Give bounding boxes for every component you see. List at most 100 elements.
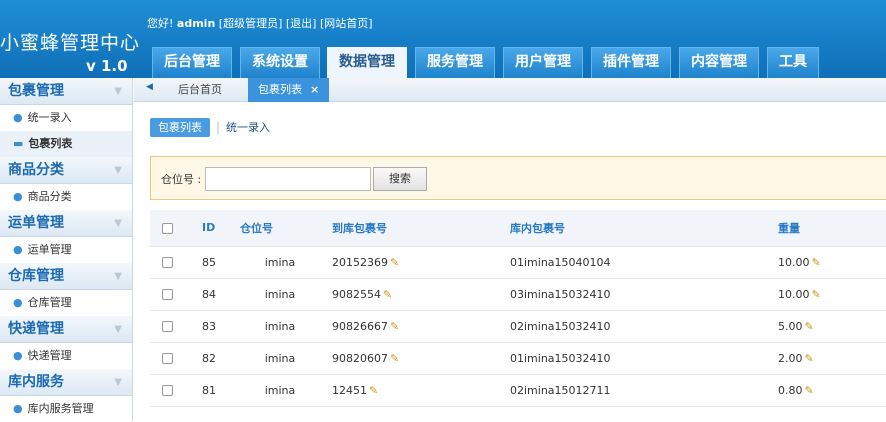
tab-scroll-left-icon[interactable]: ◀ [146,82,153,92]
row-checkbox[interactable] [161,385,173,396]
sidebar-item-category[interactable]: ● 商品分类 [0,184,132,210]
col-inner-header: 库内包裹号 [510,210,772,247]
cell-position: imina [240,310,320,343]
sidebar-item-label: 商品分类 [27,190,72,203]
cell-position: imina [240,278,320,311]
table-header-row: ID 仓位号 到库包裹号 库内包裹号 重量 [150,210,886,247]
table-row: 85 imina 20152369 ✎ 01imina15040104 10.00… [150,246,886,279]
col-id-header[interactable]: ID [184,210,240,247]
edit-pencil-icon[interactable]: ✎ [812,288,821,301]
cell-arrival: 12451 ✎ [320,374,510,407]
sidebar-item-waybill[interactable]: ● 运单管理 [0,237,132,263]
sidebar: 包裹管理 ▼ ● 统一录入 ▬ 包裹列表 商品分类 ▼ ● 商品分类 运单管理 ▼ ● 运单管… [0,78,133,422]
chevron-down-icon: ▼ [114,86,122,97]
cell-arrival: 9082554 ✎ [320,278,510,311]
tab-package-list[interactable]: 包裹列表 × [248,78,330,102]
sidebar-item-label: 仓库管理 [27,296,72,309]
sidebar-item-express[interactable]: ● 快递管理 [0,343,132,369]
row-checkbox[interactable] [161,257,173,268]
top-header: 小蜜蜂管理中心 v 1.0 您好! admin [超级管理员] [退出] [网站… [0,0,886,78]
cell-inner: 03imina15032410 [510,278,772,311]
sidebar-group-title: 商品分类 [8,162,64,178]
sidebar-item-label: 库内服务管理 [27,402,94,415]
table-row: 81 imina 12451 ✎ 02imina15012711 0.80 ✎ [150,374,886,407]
cell-id: 84 [184,278,240,311]
site-home-link[interactable]: [网站首页] [320,17,373,30]
edit-pencil-icon[interactable]: ✎ [805,352,814,365]
weight-value: 5.00 [778,319,803,333]
position-search-input[interactable] [205,167,371,191]
table-row: 83 imina 90826667 ✎ 02imina15032410 5.00 ✎ [150,310,886,343]
edit-pencil-icon[interactable]: ✎ [383,288,392,301]
tab-home[interactable]: 后台首页 [168,78,232,102]
edit-pencil-icon[interactable]: ✎ [369,384,378,397]
sidebar-group-category[interactable]: 商品分类 ▼ [0,157,132,184]
sub-navigation: 包裹列表 | 统一录入 [150,118,270,137]
row-checkbox[interactable] [161,353,173,364]
sidebar-group-waybill[interactable]: 运单管理 ▼ [0,210,132,237]
sidebar-item-label: 快递管理 [27,349,72,362]
edit-pencil-icon[interactable]: ✎ [805,384,814,397]
cell-position: imina [240,374,320,407]
tab-bar: ◀ 后台首页 包裹列表 × [134,78,886,102]
logout-link[interactable]: [退出] [286,17,317,30]
cell-id: 82 [184,342,240,375]
nav-tab-service-management[interactable]: 服务管理 [415,47,495,78]
cell-weight: 2.00 ✎ [772,342,886,375]
col-weight-header[interactable]: 重量 [772,210,886,247]
sidebar-group-package[interactable]: 包裹管理 ▼ [0,78,132,105]
sidebar-group-title: 快递管理 [8,321,64,337]
package-list-button[interactable]: 包裹列表 [150,118,210,137]
username: admin [176,17,216,30]
close-icon[interactable]: × [310,83,319,96]
bullet-icon: ● [13,349,23,362]
nav-tab-plugin-management[interactable]: 插件管理 [591,47,671,78]
version-label: v 1.0 [86,57,128,75]
edit-pencil-icon[interactable]: ✎ [390,352,399,365]
row-checkbox[interactable] [161,289,173,300]
welcome-bar: 您好! admin [超级管理员] [退出] [网站首页] [147,15,373,31]
chevron-down-icon: ▼ [114,218,122,229]
sidebar-group-title: 包裹管理 [8,83,64,99]
sidebar-item-package-list[interactable]: ▬ 包裹列表 [0,131,132,157]
col-arrival-header[interactable]: 到库包裹号 [320,210,510,247]
cell-id: 85 [184,246,240,279]
tab-label: 包裹列表 [258,83,302,96]
nav-tab-data-management[interactable]: 数据管理 [327,47,407,78]
sidebar-group-title: 库内服务 [8,374,64,390]
row-checkbox[interactable] [161,321,173,332]
sidebar-item-unified-entry[interactable]: ● 统一录入 [0,105,132,131]
edit-pencil-icon[interactable]: ✎ [390,256,399,269]
package-table: ID 仓位号 到库包裹号 库内包裹号 重量 85 imina 20152369 ✎… [150,210,886,407]
sidebar-item-warehouse[interactable]: ● 仓库管理 [0,290,132,316]
col-position-header[interactable]: 仓位号 [240,210,320,247]
sidebar-group-inhouse-service[interactable]: 库内服务 ▼ [0,369,132,396]
table-row: 82 imina 90820607 ✎ 01imina15032410 2.00 ✎ [150,342,886,375]
arrival-no: 9082554 [332,287,381,301]
cell-weight: 10.00 ✎ [772,246,886,279]
row-select-cell [150,374,184,407]
edit-pencil-icon[interactable]: ✎ [805,320,814,333]
nav-tab-backend[interactable]: 后台管理 [152,47,232,78]
row-select-cell [150,246,184,279]
weight-value: 0.80 [778,383,803,397]
unified-entry-link[interactable]: 统一录入 [226,121,270,134]
edit-pencil-icon[interactable]: ✎ [390,320,399,333]
select-all-checkbox[interactable] [161,222,173,234]
search-button[interactable]: 搜索 [373,167,427,191]
edit-pencil-icon[interactable]: ✎ [812,256,821,269]
select-all-cell [150,210,184,247]
cell-inner: 02imina15032410 [510,310,772,343]
cell-inner: 02imina15012711 [510,374,772,407]
nav-tab-user-management[interactable]: 用户管理 [503,47,583,78]
nav-tab-content-management[interactable]: 内容管理 [679,47,759,78]
sidebar-group-warehouse[interactable]: 仓库管理 ▼ [0,263,132,290]
sidebar-group-title: 运单管理 [8,215,64,231]
cell-position: imina [240,342,320,375]
arrival-no: 20152369 [332,255,388,269]
nav-tab-tools[interactable]: 工具 [767,47,819,78]
sidebar-item-inhouse-service[interactable]: ● 库内服务管理 [0,396,132,422]
tab-label: 后台首页 [178,83,222,96]
sidebar-group-express[interactable]: 快递管理 ▼ [0,316,132,343]
nav-tab-system-settings[interactable]: 系统设置 [240,47,320,78]
